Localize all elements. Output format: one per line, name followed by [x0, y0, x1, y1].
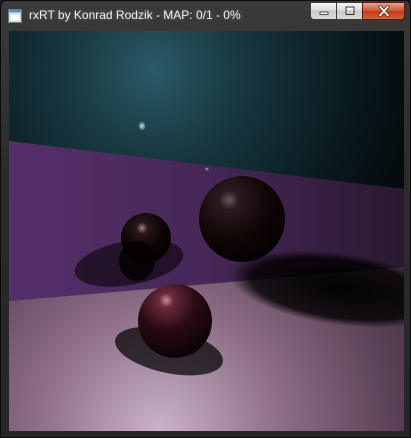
caption-buttons [310, 2, 405, 21]
close-icon [377, 5, 390, 17]
close-button[interactable] [362, 2, 405, 20]
minimize-button[interactable] [310, 2, 336, 20]
small-sphere-base-shadow [119, 241, 155, 281]
window-title: rxRT by Konrad Rodzik - MAP: 0/1 - 0% [29, 8, 241, 22]
light-reflection [205, 167, 209, 171]
app-window-icon [8, 9, 22, 23]
raytraced-scene [9, 31, 404, 431]
application-window: rxRT by Konrad Rodzik - MAP: 0/1 - 0% [0, 0, 411, 438]
title-bar[interactable]: rxRT by Konrad Rodzik - MAP: 0/1 - 0% [1, 1, 410, 31]
maximize-button[interactable] [336, 2, 362, 20]
large-sphere [199, 176, 285, 262]
light-source [138, 121, 146, 131]
render-viewport[interactable] [9, 31, 404, 431]
front-sphere [138, 284, 212, 358]
minimize-icon [319, 11, 328, 15]
maximize-icon [345, 6, 354, 15]
